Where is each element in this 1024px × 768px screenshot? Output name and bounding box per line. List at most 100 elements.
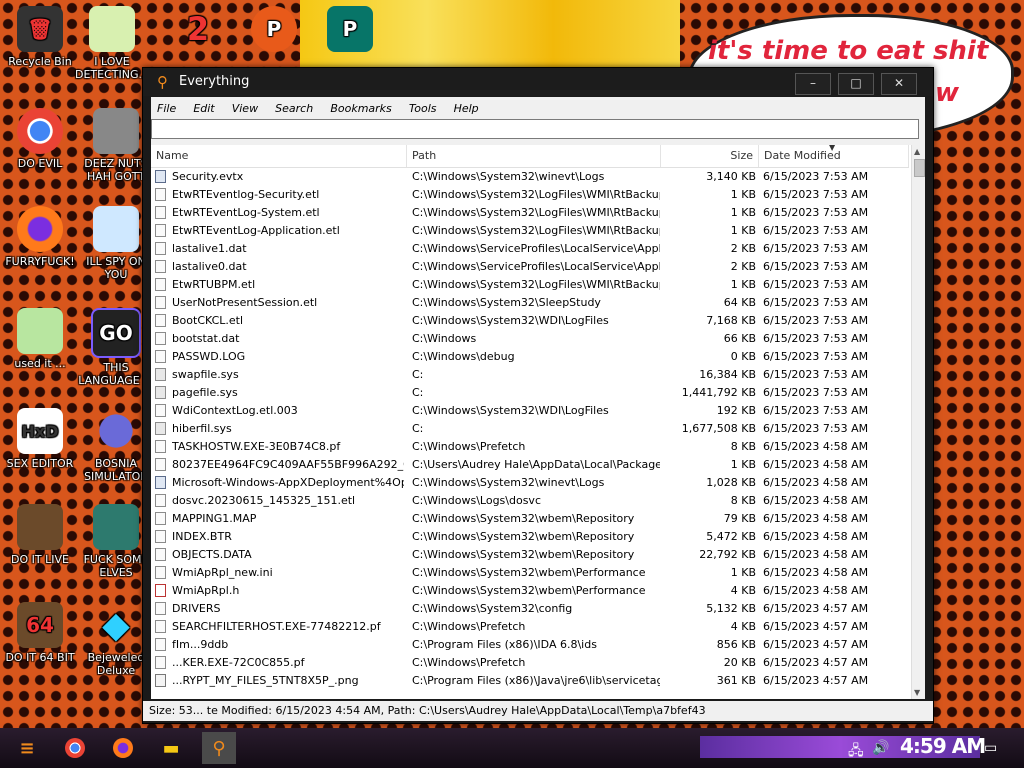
menu-edit[interactable]: Edit (187, 99, 220, 119)
table-row[interactable]: ...RYPT_MY_FILES_5TNT8X5P_.png C:\Program… (151, 672, 909, 690)
table-row[interactable]: DRIVERS C:\Windows\System32\config 5,132 K… (151, 600, 909, 618)
column-header-name[interactable]: Name (151, 145, 407, 167)
title-bar[interactable]: ⚲ Everything – □ ✕ (143, 68, 933, 96)
file-icon (155, 242, 166, 255)
everything-search-icon[interactable]: ⚲ (202, 732, 236, 764)
go-language-icon: GO (91, 308, 141, 358)
minimize-button[interactable]: – (795, 73, 831, 95)
table-row[interactable]: Security.evtx C:\Windows\System32\winevt\… (151, 168, 909, 186)
desktop-icon-recycle-bin[interactable]: 🗑 Recycle Bin (0, 6, 80, 68)
table-row[interactable]: swapfile.sys C: 16,384 KB 6/15/2023 7:53 AM (151, 366, 909, 384)
file-date-modified: 6/15/2023 4:58 AM (763, 548, 869, 561)
file-path: C:\Windows\System32\LogFiles\WMI\RtBacku… (412, 206, 660, 219)
table-row[interactable]: EtwRTUBPM.etl C:\Windows\System32\LogFile… (151, 276, 909, 294)
table-row[interactable]: ...KER.EXE-72C0C855.pf C:\Windows\Prefetc… (151, 654, 909, 672)
desktop-icon-used-it[interactable]: used it ... (0, 308, 80, 370)
table-row[interactable]: TASKHOSTW.EXE-3E0B74C8.pf C:\Windows\Pref… (151, 438, 909, 456)
table-row[interactable]: Microsoft-Windows-AppXDeployment%4Operat… (151, 474, 909, 492)
taskbar-clock[interactable]: 4:59 AM (900, 734, 986, 758)
file-size: 4 KB (730, 584, 756, 597)
event-log-icon (155, 170, 166, 183)
table-row[interactable]: PASSWD.LOG C:\Windows\debug 0 KB 6/15/2023 … (151, 348, 909, 366)
chrome-icon[interactable] (58, 732, 92, 764)
file-name: ...RYPT_MY_FILES_5TNT8X5P_.png (172, 674, 359, 687)
table-row[interactable]: pagefile.sys C: 1,441,792 KB 6/15/2023 7:53… (151, 384, 909, 402)
menu-bar: File Edit View Search Bookmarks Tools He… (151, 97, 925, 117)
file-date-modified: 6/15/2023 7:53 AM (763, 368, 869, 381)
file-date-modified: 6/15/2023 4:58 AM (763, 566, 869, 579)
table-row[interactable]: WmiApRpl.h C:\Windows\System32\wbem\Perfo… (151, 582, 909, 600)
table-row[interactable]: lastalive1.dat C:\Windows\ServiceProfiles… (151, 240, 909, 258)
table-row[interactable]: WmiApRpl_new.ini C:\Windows\System32\wbem… (151, 564, 909, 582)
firefox-icon[interactable] (106, 732, 140, 764)
file-path: C: (412, 368, 424, 381)
scroll-down-icon[interactable]: ▼ (914, 688, 920, 697)
file-path: C:\Windows\debug (412, 350, 515, 363)
desktop-icon-label: BOSNIA SIMULATOR (84, 457, 148, 483)
table-row[interactable]: dosvc.20230615_145325_151.etl C:\Windows\… (151, 492, 909, 510)
file-date-modified: 6/15/2023 4:57 AM (763, 602, 869, 615)
cartoon-icon (89, 6, 135, 52)
desktop-icon-label: DO EVIL (17, 157, 63, 170)
results-rows: Security.evtx C:\Windows\System32\winevt\… (151, 168, 909, 690)
desktop-icon-detecting[interactable]: I LOVE DETECTING... (72, 6, 152, 81)
table-row[interactable]: hiberfil.sys C: 1,677,508 KB 6/15/2023 7:53… (151, 420, 909, 438)
scrollbar-thumb[interactable] (914, 159, 925, 177)
table-row[interactable]: 80237EE4964FC9C409AAF55BF996A292_C51... C… (151, 456, 909, 474)
table-row[interactable]: MAPPING1.MAP C:\Windows\System32\wbem\Rep… (151, 510, 909, 528)
volume-icon[interactable]: 🔊 (872, 740, 889, 756)
scroll-up-icon[interactable]: ▲ (914, 147, 920, 156)
menu-tools[interactable]: Tools (403, 99, 443, 119)
menu-file[interactable]: File (151, 99, 182, 119)
notifications-icon[interactable]: ▭ (984, 740, 997, 756)
menu-view[interactable]: View (226, 99, 264, 119)
network-icon[interactable]: 🖧 (848, 740, 864, 764)
table-row[interactable]: bootstat.dat C:\Windows 66 KB 6/15/2023 7:5… (151, 330, 909, 348)
file-name: Microsoft-Windows-AppXDeployment%4Operat… (172, 476, 404, 489)
search-magnifier-icon: ⚲ (157, 73, 168, 91)
desktop-icon-peggle[interactable]: P (234, 6, 314, 55)
file-icon (155, 206, 166, 219)
desktop-icon-chrome[interactable]: DO EVIL (0, 108, 80, 170)
table-row[interactable]: WdiContextLog.etl.003 C:\Windows\System32… (151, 402, 909, 420)
close-button[interactable]: ✕ (881, 73, 917, 95)
column-header-path[interactable]: Path (407, 145, 661, 167)
table-row[interactable]: EtwRTEventLog-Application.etl C:\Windows\… (151, 222, 909, 240)
file-name: MAPPING1.MAP (172, 512, 257, 525)
search-input[interactable] (151, 119, 919, 139)
vertical-scrollbar[interactable]: ▲ ▼ (911, 145, 925, 699)
column-header-size[interactable]: Size (661, 145, 759, 167)
table-row[interactable]: BootCKCL.etl C:\Windows\System32\WDI\LogF… (151, 312, 909, 330)
desktop-icon-hxd[interactable]: HxD SEX EDITOR (0, 408, 80, 470)
desktop-icon-label: DO IT LIVE (11, 553, 69, 566)
file-path: C:\Windows\System32\wbem\Performance (412, 566, 646, 579)
file-date-modified: 6/15/2023 4:58 AM (763, 584, 869, 597)
desktop-icon-do-it-live[interactable]: DO IT LIVE (0, 504, 80, 566)
menu-bookmarks[interactable]: Bookmarks (324, 99, 397, 119)
table-row[interactable]: fIm...9ddb C:\Program Files (x86)\IDA 6.8… (151, 636, 909, 654)
start-icon[interactable]: ≡ (10, 732, 44, 764)
desktop-icon-publisher[interactable]: P (310, 6, 390, 55)
table-row[interactable]: lastalive0.dat C:\Windows\ServiceProfiles… (151, 258, 909, 276)
menu-help[interactable]: Help (448, 99, 485, 119)
file-size: 1,441,792 KB (681, 386, 756, 399)
file-size: 361 KB (716, 674, 756, 687)
file-size: 1,677,508 KB (681, 422, 756, 435)
desktop-icon-do-it-64[interactable]: 64 DO IT 64 BIT (0, 602, 80, 664)
desktop-icon-bejeweled-2[interactable]: 2 (158, 6, 238, 55)
table-row[interactable]: EtwRTEventlog-Security.etl C:\Windows\Sys… (151, 186, 909, 204)
diamond-icon: ◆ (102, 604, 130, 646)
file-size: 4 KB (730, 620, 756, 633)
table-row[interactable]: UserNotPresentSession.etl C:\Windows\Syst… (151, 294, 909, 312)
table-row[interactable]: INDEX.BTR C:\Windows\System32\wbem\Reposi… (151, 528, 909, 546)
table-row[interactable]: OBJECTS.DATA C:\Windows\System32\wbem\Rep… (151, 546, 909, 564)
file-date-modified: 6/15/2023 7:53 AM (763, 242, 869, 255)
file-explorer-icon[interactable]: ▬ (154, 732, 188, 764)
file-icon (155, 602, 166, 615)
table-row[interactable]: EtwRTEventLog-System.etl C:\Windows\Syste… (151, 204, 909, 222)
desktop-icon-label: SEX EDITOR (6, 457, 74, 470)
table-row[interactable]: SEARCHFILTERHOST.EXE-77482212.pf C:\Windo… (151, 618, 909, 636)
maximize-button[interactable]: □ (838, 73, 874, 95)
desktop-icon-firefox[interactable]: FURRYFUCK! (0, 206, 80, 268)
menu-search[interactable]: Search (269, 99, 319, 119)
